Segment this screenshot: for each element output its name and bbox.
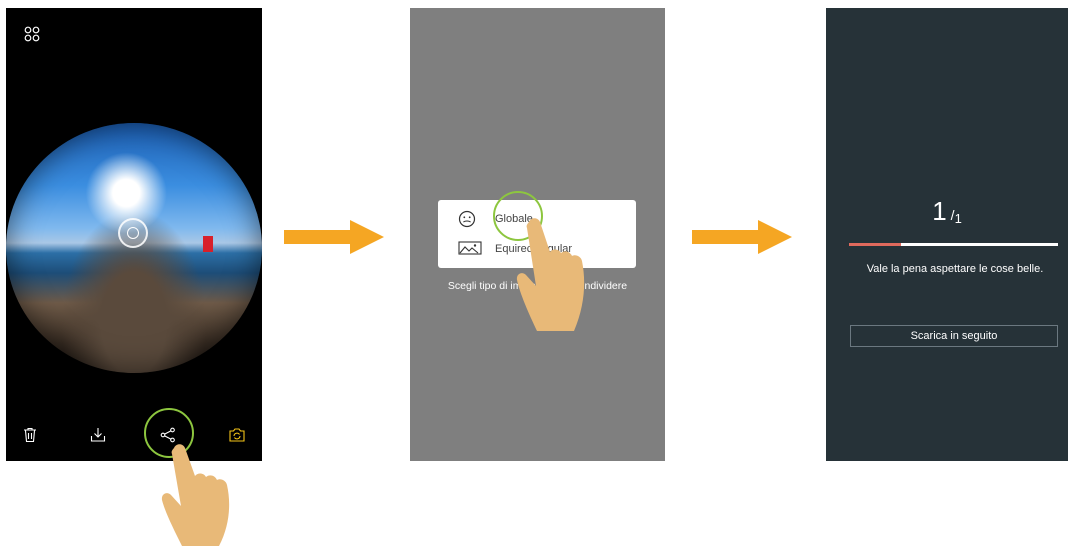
delete-icon[interactable]	[21, 426, 39, 444]
wait-message: Vale la pena aspettare le cose belle.	[866, 263, 1044, 275]
step-arrow-icon	[692, 220, 792, 254]
landscape-icon	[458, 241, 482, 255]
export-progress-screen: 1/1 Vale la pena aspettare le cose belle…	[826, 8, 1068, 461]
progress-bar	[849, 243, 1058, 246]
panorama-viewer-screen	[6, 8, 262, 461]
pointing-hand-icon	[161, 444, 230, 546]
globe-face-icon	[458, 210, 476, 228]
count-separator: /	[950, 207, 955, 223]
count-total: 1	[954, 211, 962, 226]
spherical-panorama-image[interactable]	[6, 123, 262, 373]
download-icon[interactable]	[89, 426, 107, 444]
pointing-hand-icon	[516, 218, 585, 331]
count-current: 1	[932, 196, 947, 226]
apps-grid-icon[interactable]	[24, 26, 40, 42]
view-mode-icon	[127, 227, 139, 239]
flag	[203, 236, 213, 252]
progress-fill	[849, 243, 902, 246]
progress-counter: 1/1	[826, 196, 1068, 227]
download-later-button[interactable]: Scarica in seguito	[850, 325, 1058, 347]
step-arrow-icon	[284, 220, 384, 254]
view-mode-button[interactable]	[118, 218, 148, 248]
